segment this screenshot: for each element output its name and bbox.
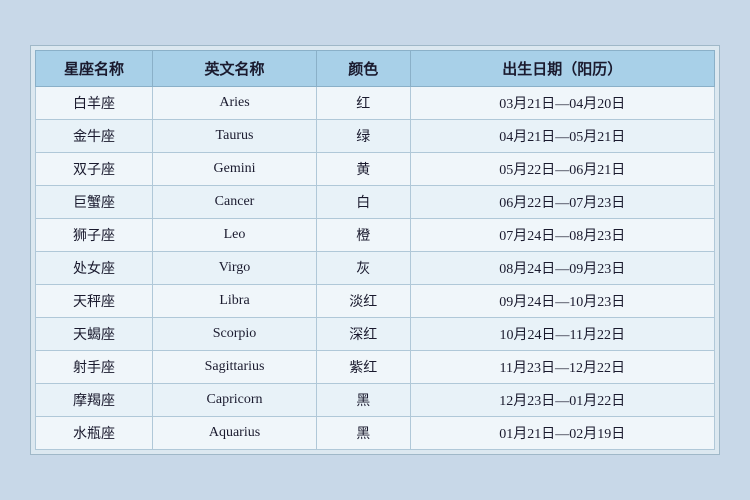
cell-color: 白 <box>316 186 410 219</box>
cell-date: 07月24日—08月23日 <box>410 219 714 252</box>
cell-color: 深红 <box>316 318 410 351</box>
table-row: 水瓶座Aquarius黑01月21日—02月19日 <box>36 417 715 450</box>
cell-english: Cancer <box>153 186 317 219</box>
cell-color: 灰 <box>316 252 410 285</box>
header-color: 颜色 <box>316 51 410 87</box>
cell-color: 黑 <box>316 384 410 417</box>
cell-chinese: 射手座 <box>36 351 153 384</box>
cell-english: Sagittarius <box>153 351 317 384</box>
table-row: 天秤座Libra淡红09月24日—10月23日 <box>36 285 715 318</box>
cell-date: 09月24日—10月23日 <box>410 285 714 318</box>
cell-date: 08月24日—09月23日 <box>410 252 714 285</box>
cell-chinese: 摩羯座 <box>36 384 153 417</box>
cell-english: Capricorn <box>153 384 317 417</box>
table-header-row: 星座名称 英文名称 颜色 出生日期（阳历） <box>36 51 715 87</box>
cell-date: 01月21日—02月19日 <box>410 417 714 450</box>
table-row: 射手座Sagittarius紫红11月23日—12月22日 <box>36 351 715 384</box>
cell-date: 04月21日—05月21日 <box>410 120 714 153</box>
cell-date: 05月22日—06月21日 <box>410 153 714 186</box>
cell-english: Aries <box>153 87 317 120</box>
cell-chinese: 水瓶座 <box>36 417 153 450</box>
cell-chinese: 天秤座 <box>36 285 153 318</box>
cell-chinese: 金牛座 <box>36 120 153 153</box>
cell-chinese: 巨蟹座 <box>36 186 153 219</box>
cell-color: 红 <box>316 87 410 120</box>
cell-english: Virgo <box>153 252 317 285</box>
cell-english: Gemini <box>153 153 317 186</box>
cell-date: 10月24日—11月22日 <box>410 318 714 351</box>
cell-chinese: 处女座 <box>36 252 153 285</box>
cell-date: 03月21日—04月20日 <box>410 87 714 120</box>
table-row: 天蝎座Scorpio深红10月24日—11月22日 <box>36 318 715 351</box>
table-row: 摩羯座Capricorn黑12月23日—01月22日 <box>36 384 715 417</box>
table-row: 巨蟹座Cancer白06月22日—07月23日 <box>36 186 715 219</box>
cell-chinese: 天蝎座 <box>36 318 153 351</box>
cell-english: Libra <box>153 285 317 318</box>
cell-date: 06月22日—07月23日 <box>410 186 714 219</box>
table-row: 双子座Gemini黄05月22日—06月21日 <box>36 153 715 186</box>
cell-color: 紫红 <box>316 351 410 384</box>
cell-color: 黑 <box>316 417 410 450</box>
cell-chinese: 双子座 <box>36 153 153 186</box>
header-chinese: 星座名称 <box>36 51 153 87</box>
header-english: 英文名称 <box>153 51 317 87</box>
table-row: 狮子座Leo橙07月24日—08月23日 <box>36 219 715 252</box>
cell-english: Scorpio <box>153 318 317 351</box>
cell-date: 11月23日—12月22日 <box>410 351 714 384</box>
table-body: 白羊座Aries红03月21日—04月20日金牛座Taurus绿04月21日—0… <box>36 87 715 450</box>
cell-color: 淡红 <box>316 285 410 318</box>
cell-chinese: 狮子座 <box>36 219 153 252</box>
cell-english: Aquarius <box>153 417 317 450</box>
table-row: 处女座Virgo灰08月24日—09月23日 <box>36 252 715 285</box>
cell-color: 绿 <box>316 120 410 153</box>
cell-english: Leo <box>153 219 317 252</box>
zodiac-table: 星座名称 英文名称 颜色 出生日期（阳历） 白羊座Aries红03月21日—04… <box>35 50 715 450</box>
table-row: 白羊座Aries红03月21日—04月20日 <box>36 87 715 120</box>
header-date: 出生日期（阳历） <box>410 51 714 87</box>
cell-color: 橙 <box>316 219 410 252</box>
cell-color: 黄 <box>316 153 410 186</box>
zodiac-table-container: 星座名称 英文名称 颜色 出生日期（阳历） 白羊座Aries红03月21日—04… <box>30 45 720 455</box>
cell-date: 12月23日—01月22日 <box>410 384 714 417</box>
cell-chinese: 白羊座 <box>36 87 153 120</box>
table-row: 金牛座Taurus绿04月21日—05月21日 <box>36 120 715 153</box>
cell-english: Taurus <box>153 120 317 153</box>
